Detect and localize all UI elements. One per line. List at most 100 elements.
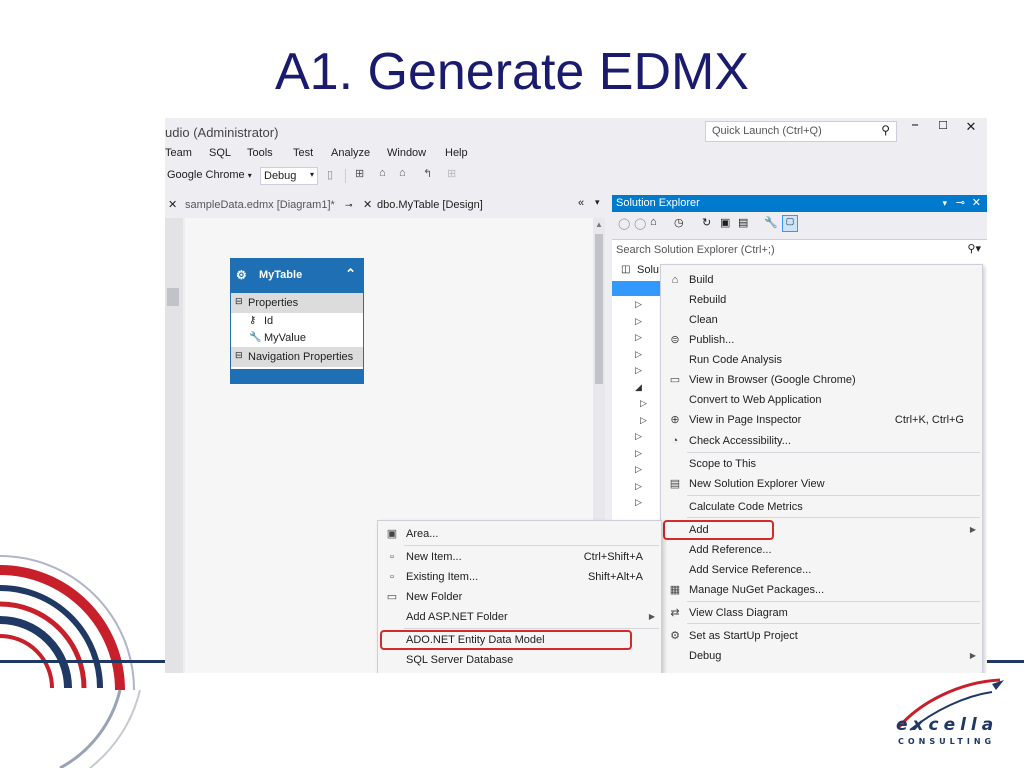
config-dropdown[interactable]: Debug ▾ xyxy=(260,167,318,185)
menu-item-add-reference[interactable]: Add Reference... xyxy=(661,540,982,560)
menu-item-publish[interactable]: ⊜ Publish... xyxy=(661,330,982,350)
build-solution-icon[interactable]: ⌂ xyxy=(379,167,386,179)
property-myvalue[interactable]: 🔧 MyValue xyxy=(231,330,363,347)
menu-item-build[interactable]: ⌂ Build xyxy=(661,270,982,290)
menu-item-add-service-reference[interactable]: Add Service Reference... xyxy=(661,560,982,580)
close-icon[interactable]: ✕ xyxy=(168,198,177,211)
menu-item-existing-item[interactable]: ▫ Existing Item... Shift+Alt+A xyxy=(378,567,661,587)
browser-icon: ▭ xyxy=(669,374,681,386)
chevron-down-icon[interactable]: ▾ xyxy=(942,195,947,212)
menu-item-new-solution-explorer-view[interactable]: ▤ New Solution Explorer View xyxy=(661,474,982,494)
left-panel-strip xyxy=(165,218,183,673)
maximize-button[interactable]: ☐ xyxy=(935,119,951,135)
pin-icon[interactable]: ⊸ xyxy=(956,195,965,212)
properties-icon[interactable]: 🔧 xyxy=(764,216,778,229)
search-icon: ⚲▾ xyxy=(967,243,981,255)
entity-mytable[interactable]: ⚙ MyTable ⌃ ⊟ Properties ⚷ Id 🔧 MyValue … xyxy=(230,258,364,384)
menu-team[interactable]: Team xyxy=(165,147,192,159)
tree-item-solution[interactable]: Solu xyxy=(637,264,659,276)
menu-item-clean[interactable]: Clean xyxy=(661,310,982,330)
menu-item-rebuild[interactable]: Rebuild xyxy=(661,290,982,310)
menu-item-manage-nuget-packages[interactable]: ▦ Manage NuGet Packages... xyxy=(661,580,982,600)
nuget-icon: ▦ xyxy=(669,584,681,596)
menu-item-debug[interactable]: Debug ▶ xyxy=(661,646,982,666)
find-icon[interactable]: ⊞ xyxy=(355,167,364,180)
scroll-thumb[interactable] xyxy=(167,288,179,306)
scroll-thumb[interactable] xyxy=(595,234,603,384)
menu-item-view-in-browser-google-chrome[interactable]: ▭ View in Browser (Google Chrome) xyxy=(661,370,982,390)
back-icon[interactable]: ◯ xyxy=(618,217,630,230)
window-title: udio (Administrator) xyxy=(165,125,279,140)
submenu-arrow-icon: ▶ xyxy=(969,525,976,534)
menu-item-scope-to-this[interactable]: Scope to This xyxy=(661,454,982,474)
menu-help[interactable]: Help xyxy=(445,147,468,159)
close-icon[interactable]: ✕ xyxy=(363,198,372,211)
refresh-icon[interactable]: ↻ xyxy=(702,216,711,229)
show-all-icon[interactable]: ▤ xyxy=(738,216,748,229)
menu-separator xyxy=(687,517,980,518)
minimize-button[interactable]: ‒ xyxy=(907,119,923,135)
menu-item-view-in-page-inspector[interactable]: ⊕ View in Page Inspector Ctrl+K, Ctrl+G xyxy=(661,410,982,430)
gear-icon: ⚙ xyxy=(670,630,680,642)
menu-test[interactable]: Test xyxy=(293,147,313,159)
menu-window[interactable]: Window xyxy=(387,147,426,159)
quick-launch-input[interactable]: Quick Launch (Ctrl+Q) ⚲ xyxy=(705,121,897,142)
chevron-left-icon[interactable]: « xyxy=(578,197,584,209)
preview-icon[interactable]: ▢ xyxy=(782,215,798,232)
solution-explorer-title: Solution Explorer xyxy=(616,197,700,209)
project-context-menu: ⌂ Build Rebuild Clean ⊜ Publish... Run Code An… xyxy=(660,264,983,673)
menu-item-check-accessibility[interactable]: ◔ Check Accessibility... xyxy=(661,431,982,451)
menu-item-area[interactable]: ▣ Area... xyxy=(378,524,661,544)
file-icon[interactable]: ▯ xyxy=(327,168,333,181)
solution-search-placeholder: Search Solution Explorer (Ctrl+;) xyxy=(616,244,775,256)
build-project-icon[interactable]: ⌂ xyxy=(399,167,406,179)
forward-icon[interactable]: ◯ xyxy=(634,217,646,230)
tree-item-project-selected[interactable] xyxy=(612,281,662,296)
collapse-icon[interactable]: ⌃ xyxy=(345,266,356,282)
footer-rule-left xyxy=(0,660,165,663)
existing-item-icon: ▫ xyxy=(390,571,394,583)
menu-item-calculate-code-metrics[interactable]: Calculate Code Metrics xyxy=(661,497,982,517)
menu-item-label: Check Accessibility... xyxy=(689,435,791,447)
menu-item-set-as-startup-project[interactable]: ⚙ Set as StartUp Project xyxy=(661,626,982,646)
step-icon[interactable]: ↰ xyxy=(423,167,432,180)
menu-item-label: Rebuild xyxy=(689,294,727,306)
menu-item-sql-server-database[interactable]: SQL Server Database xyxy=(378,650,661,670)
menu-item-new-item[interactable]: ▫ New Item... Ctrl+Shift+A xyxy=(378,547,661,567)
add-submenu: ▣ Area... ▫ New Item... Ctrl+Shift+A ▫ Existin… xyxy=(377,520,662,673)
collapse-toggle-icon[interactable]: ⊟ xyxy=(235,296,243,307)
property-id[interactable]: ⚷ Id xyxy=(231,313,363,330)
menu-tools[interactable]: Tools xyxy=(247,147,273,159)
menu-separator xyxy=(404,628,659,629)
menu-item-add-asp-net-folder[interactable]: Add ASP.NET Folder ▶ xyxy=(378,607,661,627)
visual-studio-window: udio (Administrator) Quick Launch (Ctrl+… xyxy=(165,118,987,673)
tab-sampledata-edmx[interactable]: sampleData.edmx [Diagram1]* ⊸ xyxy=(185,195,365,215)
close-icon[interactable]: ✕ xyxy=(972,195,981,212)
highlight-box xyxy=(380,630,632,650)
tab-mytable-design[interactable]: dbo.MyTable [Design] xyxy=(377,195,483,215)
menu-sql[interactable]: SQL xyxy=(209,147,231,159)
menu-item-label: New Item... xyxy=(406,551,462,563)
chevron-down-icon[interactable]: ▾ xyxy=(595,197,600,208)
navigation-properties-header[interactable]: ⊟ Navigation Properties xyxy=(231,347,363,367)
home-icon[interactable]: ⌂ xyxy=(650,216,657,228)
pin-icon[interactable]: ⊸ xyxy=(345,195,353,215)
scroll-up-arrow[interactable]: ▲ xyxy=(595,220,603,229)
menu-item-run-code-analysis[interactable]: Run Code Analysis xyxy=(661,350,982,370)
menu-analyze[interactable]: Analyze xyxy=(331,147,370,159)
collapse-all-icon[interactable]: ▣ xyxy=(720,216,730,229)
close-window-button[interactable]: ✕ xyxy=(963,119,979,135)
browser-dropdown[interactable]: Google Chrome ▾ xyxy=(167,169,252,181)
slide-title: A1. Generate EDMX xyxy=(275,43,749,101)
collapse-toggle-icon[interactable]: ⊟ xyxy=(235,350,243,361)
history-icon[interactable]: ◷ xyxy=(674,216,684,229)
entity-name: MyTable xyxy=(259,269,303,281)
menu-item-convert-to-web-application[interactable]: Convert to Web Application xyxy=(661,390,982,410)
solution-explorer-search[interactable]: Search Solution Explorer (Ctrl+;) ⚲▾ xyxy=(612,239,987,261)
properties-header[interactable]: ⊟ Properties xyxy=(231,293,363,313)
menu-item-view-class-diagram[interactable]: ⇄ View Class Diagram xyxy=(661,603,982,623)
menu-item-new-folder[interactable]: ▭ New Folder xyxy=(378,587,661,607)
menu-item-label: Clean xyxy=(689,314,718,326)
new-item-icon: ▫ xyxy=(390,551,394,563)
menu-item-label: Convert to Web Application xyxy=(689,394,822,406)
